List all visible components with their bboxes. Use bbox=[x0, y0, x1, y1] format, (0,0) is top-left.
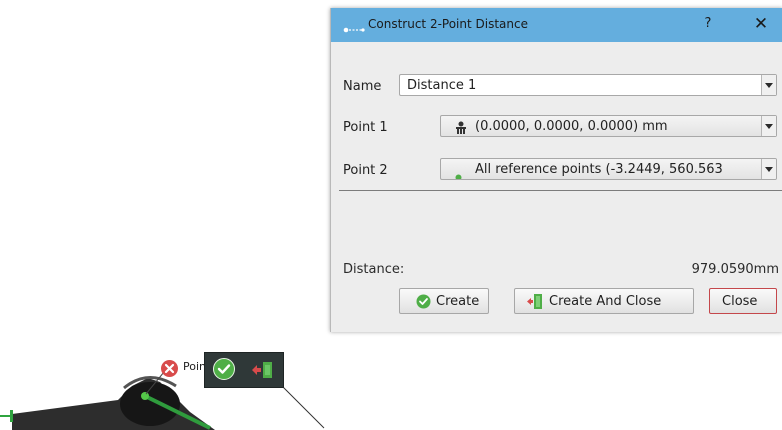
chevron-down-icon[interactable] bbox=[761, 116, 776, 136]
create-and-close-button[interactable]: Create And Close bbox=[514, 288, 694, 314]
viewport-toolbar bbox=[204, 352, 284, 388]
ok-check-icon[interactable] bbox=[213, 358, 235, 380]
reference-point-icon bbox=[455, 166, 462, 179]
help-button[interactable]: ? bbox=[700, 16, 716, 31]
point2-select[interactable]: All reference points (-3.2449, 560.563 bbox=[440, 158, 777, 180]
close-icon[interactable]: ✕ bbox=[750, 14, 772, 34]
close-button[interactable]: Close bbox=[709, 288, 777, 314]
point2-value: All reference points (-3.2449, 560.563 bbox=[475, 162, 723, 177]
check-icon bbox=[416, 294, 431, 313]
point1-select[interactable]: (0.0000, 0.0000, 0.0000) mm bbox=[440, 115, 777, 137]
create-and-close-label: Create And Close bbox=[549, 294, 662, 309]
point2-label: Point 2 bbox=[343, 163, 388, 178]
point1-value: (0.0000, 0.0000, 0.0000) mm bbox=[475, 119, 668, 134]
point1-label: Point 1 bbox=[343, 120, 388, 135]
error-icon bbox=[161, 360, 178, 377]
dialog-title: Construct 2-Point Distance bbox=[368, 17, 528, 31]
construct-distance-dialog: Construct 2-Point Distance ? ✕ Name Dist… bbox=[330, 8, 782, 332]
create-button[interactable]: Create bbox=[399, 288, 489, 314]
chevron-down-icon[interactable] bbox=[761, 75, 776, 95]
exit-icon bbox=[527, 293, 543, 314]
distance-value: 979.0590mm bbox=[691, 262, 779, 277]
distance-label: Distance: bbox=[343, 262, 405, 277]
exit-icon[interactable] bbox=[251, 361, 275, 379]
separator bbox=[339, 190, 782, 191]
dialog-titlebar[interactable]: Construct 2-Point Distance ? ✕ bbox=[331, 8, 782, 42]
line-measure-icon bbox=[343, 20, 365, 33]
coordinate-system-icon bbox=[453, 120, 469, 139]
name-combobox[interactable]: Distance 1 bbox=[399, 74, 777, 96]
close-label: Close bbox=[722, 294, 758, 309]
create-label: Create bbox=[436, 294, 480, 309]
chevron-down-icon[interactable] bbox=[761, 159, 776, 179]
name-value: Distance 1 bbox=[407, 78, 477, 93]
name-label: Name bbox=[343, 79, 382, 94]
